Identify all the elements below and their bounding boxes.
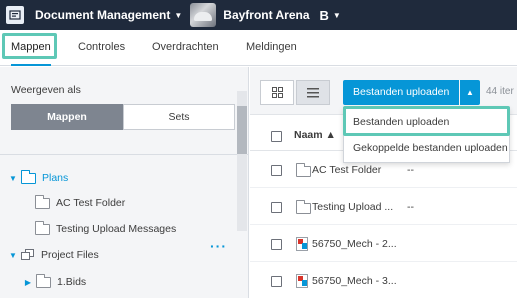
- row-name[interactable]: AC Test Folder: [312, 164, 381, 176]
- dwg-file-icon: [296, 237, 308, 251]
- upload-dropdown-menu: Bestanden uploaden Gekoppelde bestanden …: [343, 107, 510, 163]
- view-toggle: Mappen Sets: [11, 104, 235, 130]
- table-row[interactable]: Testing Upload ... --: [250, 189, 517, 225]
- divider: [0, 154, 249, 155]
- tree-item-label: AC Test Folder: [56, 197, 126, 209]
- app-title[interactable]: Document Management: [35, 8, 170, 22]
- sort-up-icon[interactable]: ▲: [326, 129, 336, 141]
- row-checkbox[interactable]: [271, 202, 282, 213]
- main-panel: Bestanden uploaden ▲ 44 iter Naam ▲ AC T…: [250, 67, 517, 298]
- tree-item-testing-upload-messages[interactable]: Testing Upload Messages: [35, 219, 176, 239]
- stack-icon: [21, 249, 35, 261]
- row-name[interactable]: 56750_Mech - 3...: [312, 275, 397, 287]
- row-extra: --: [407, 164, 414, 176]
- tab-reviews[interactable]: Controles: [78, 30, 125, 66]
- row-checkbox[interactable]: [271, 239, 282, 250]
- scrollbar-thumb[interactable]: [237, 106, 247, 154]
- name-column-header[interactable]: Naam ▲: [294, 129, 336, 141]
- more-dots-icon[interactable]: ···: [210, 238, 227, 254]
- tree-item-label: Project Files: [41, 249, 99, 261]
- folder-icon: [36, 273, 51, 288]
- row-name[interactable]: Testing Upload ...: [312, 201, 393, 213]
- tree-item-label: Plans: [42, 172, 69, 184]
- table-row[interactable]: 56750_Mech - 2...: [250, 226, 517, 262]
- row-checkbox[interactable]: [271, 165, 282, 176]
- folder-icon: [296, 200, 311, 214]
- sidebar: Weergeven als Mappen Sets ▼ Plans ··· AC…: [0, 67, 249, 298]
- project-name[interactable]: Bayfront Arena: [223, 8, 309, 22]
- row-checkbox[interactable]: [271, 276, 282, 287]
- tab-transmittals[interactable]: Overdrachten: [152, 30, 219, 66]
- chevron-down-icon[interactable]: ▼: [333, 11, 341, 20]
- row-name[interactable]: 56750_Mech - 2...: [312, 238, 397, 250]
- caret-down-icon[interactable]: ▼: [9, 251, 17, 260]
- folder-blue-icon: [21, 169, 36, 184]
- row-extra: --: [407, 201, 414, 213]
- tree-item-label: Testing Upload Messages: [56, 223, 177, 235]
- show-as-label: Weergeven als: [11, 84, 81, 96]
- toggle-folders-button[interactable]: Mappen: [11, 104, 123, 130]
- menu-item-upload-linked-files[interactable]: Gekoppelde bestanden uploaden: [344, 135, 511, 161]
- list-view-icon: [307, 87, 319, 97]
- select-all-checkbox[interactable]: [271, 131, 282, 142]
- upload-files-button[interactable]: Bestanden uploaden: [343, 80, 459, 105]
- tree-item-ac-test-folder[interactable]: AC Test Folder: [35, 193, 125, 213]
- chevron-down-icon[interactable]: ▼: [174, 11, 182, 20]
- list-view-button[interactable]: [296, 80, 330, 105]
- caret-right-icon[interactable]: ▶: [24, 278, 32, 287]
- grid-view-icon: [271, 87, 283, 98]
- tab-bar: Mappen Controles Overdrachten Meldingen: [0, 30, 517, 66]
- document-management-icon[interactable]: [6, 6, 24, 24]
- tree-item-project-files[interactable]: ▼ Project Files: [9, 245, 99, 265]
- caret-down-icon[interactable]: ▼: [9, 174, 17, 183]
- top-bar: Document Management ▼ Bayfront Arena B ▼: [0, 0, 517, 30]
- table-row[interactable]: 56750_Mech - 3...: [250, 263, 517, 298]
- tree-item-label: 1.Bids: [57, 276, 87, 288]
- grid-view-button[interactable]: [260, 80, 294, 105]
- tree-item-plans[interactable]: ▼ Plans: [9, 168, 68, 188]
- dwg-file-icon: [296, 274, 308, 288]
- folder-icon: [296, 163, 311, 177]
- tree-item-bids[interactable]: ▶ 1.Bids: [24, 272, 86, 292]
- brand-logo: B: [319, 7, 329, 23]
- toggle-sets-button[interactable]: Sets: [123, 104, 235, 130]
- chevron-up-icon[interactable]: ▲: [460, 80, 480, 105]
- project-thumbnail[interactable]: [190, 3, 217, 27]
- menu-item-upload-files[interactable]: Bestanden uploaden: [344, 109, 511, 135]
- folder-icon: [35, 220, 50, 235]
- tab-notifications[interactable]: Meldingen: [246, 30, 297, 66]
- folder-icon: [35, 194, 50, 209]
- tab-folders[interactable]: Mappen: [11, 30, 51, 66]
- item-count: 44 iter: [486, 86, 514, 97]
